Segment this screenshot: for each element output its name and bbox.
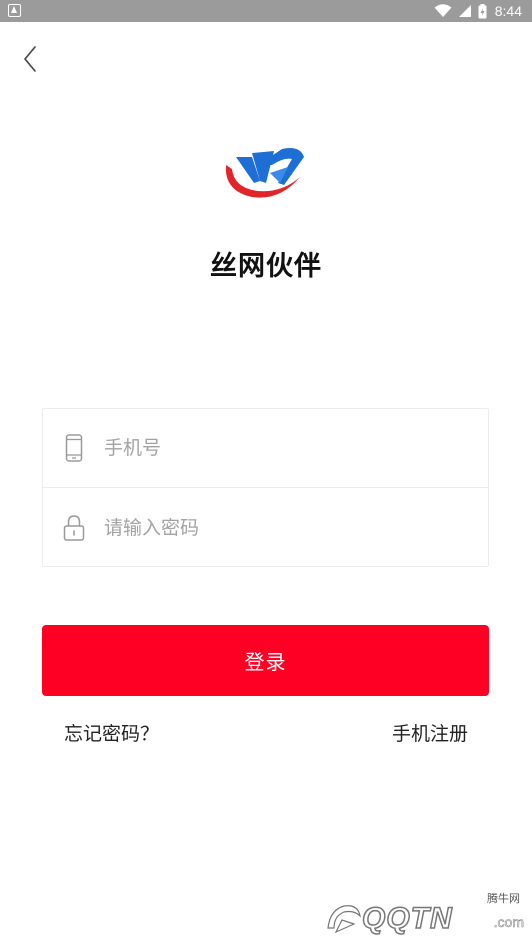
login-form	[42, 408, 489, 567]
phone-field-row	[43, 409, 488, 488]
watermark-brand-text: QQTN	[361, 901, 453, 936]
notification-icon	[8, 4, 21, 17]
lock-icon	[63, 514, 85, 542]
signal-icon	[458, 5, 471, 17]
watermark-small-text: 腾牛网	[487, 892, 520, 905]
chevron-left-icon	[24, 46, 36, 72]
watermark: 腾牛网 QQTN .com	[322, 890, 528, 942]
app-logo	[225, 148, 304, 198]
watermark-domain-text: .com	[493, 914, 524, 931]
password-input[interactable]	[104, 507, 476, 548]
password-field-row	[43, 488, 488, 567]
login-button[interactable]: 登录	[42, 625, 489, 696]
app-title: 丝网伙伴	[210, 251, 322, 282]
phone-input[interactable]	[104, 428, 476, 468]
watermark-logo-icon	[327, 905, 361, 934]
battery-icon	[478, 3, 487, 18]
status-bar: 8:44	[0, 0, 532, 22]
status-time: 8:44	[494, 3, 522, 19]
wifi-icon	[434, 4, 452, 17]
back-button[interactable]	[14, 42, 46, 76]
phone-icon	[63, 434, 85, 462]
status-icons: 8:44	[434, 0, 522, 22]
phone-register-link[interactable]: 手机注册	[392, 719, 468, 746]
forgot-password-link[interactable]: 忘记密码？	[64, 719, 159, 746]
